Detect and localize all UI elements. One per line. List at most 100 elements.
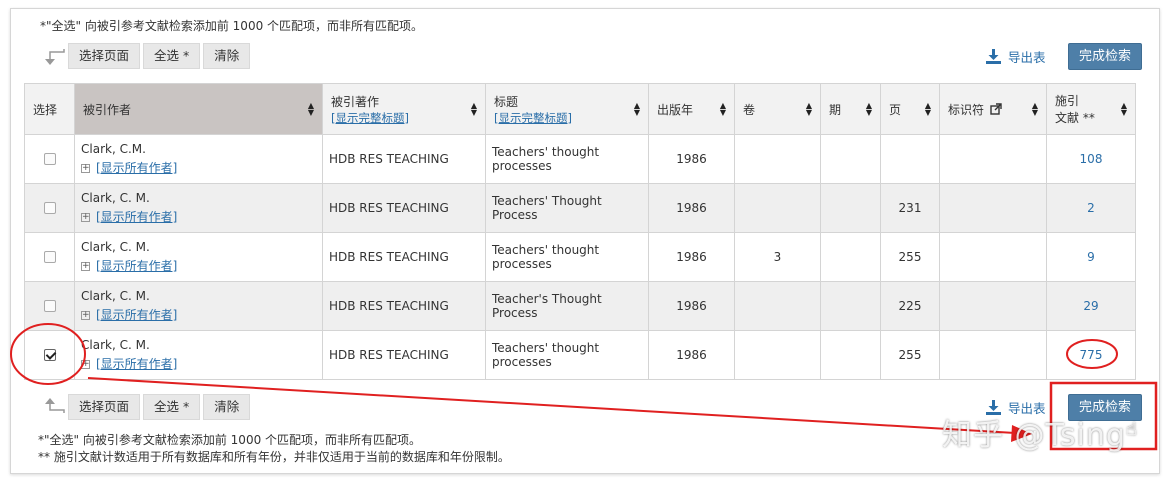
col-cited-work[interactable]: 被引著作 [显示完整标题] ▲ ▼ bbox=[322, 83, 486, 135]
corner-arrow-up-icon bbox=[40, 394, 68, 420]
show-all-authors-link[interactable]: [显示所有作者] bbox=[96, 161, 177, 175]
show-all-authors-link[interactable]: [显示所有作者] bbox=[96, 259, 177, 273]
select-all-button[interactable]: 全选 * bbox=[143, 394, 201, 420]
corner-arrow-down-icon bbox=[40, 43, 68, 69]
col-title[interactable]: 标题 [显示完整标题] ▲ ▼ bbox=[485, 83, 649, 135]
sort-icon[interactable]: ▲ ▼ bbox=[806, 102, 812, 117]
footnotes: *"全选" 向被引参考文献检索添加前 1000 个匹配项，而非所有匹配项。 **… bbox=[38, 432, 510, 466]
row-select-cell bbox=[24, 330, 75, 380]
table-row: Clark, C. M. + [显示所有作者] HDB RES TEACHING Tea… bbox=[24, 232, 1136, 282]
col-select: 选择 bbox=[24, 83, 75, 135]
cited-author-cell: Clark, C. M. + [显示所有作者] bbox=[74, 330, 323, 380]
col-page[interactable]: 页 ▲ ▼ bbox=[880, 83, 940, 135]
page-cell: 255 bbox=[880, 232, 940, 282]
page-cell: 225 bbox=[880, 281, 940, 331]
citing-count-link[interactable]: 2 bbox=[1046, 183, 1136, 233]
export-table-link[interactable]: 导出表 bbox=[985, 47, 1046, 66]
citing-count-link[interactable]: 9 bbox=[1046, 232, 1136, 282]
table-row: Clark, C. M. + [显示所有作者] HDB RES TEACHING Tea… bbox=[24, 183, 1136, 233]
page-cell: 255 bbox=[880, 330, 940, 380]
show-all-authors-link[interactable]: [显示所有作者] bbox=[96, 357, 177, 371]
year-cell: 1986 bbox=[648, 232, 735, 282]
col-cited-author[interactable]: 被引作者 ▲ ▼ bbox=[74, 83, 323, 135]
identifier-cell bbox=[939, 183, 1047, 233]
issue-cell bbox=[820, 232, 881, 282]
sort-icon[interactable]: ▲ ▼ bbox=[1121, 102, 1127, 117]
title-cell: Teachers' thought processes bbox=[485, 134, 649, 184]
title-cell: Teachers' Thought Process bbox=[485, 183, 649, 233]
author-name: Clark, C. M. bbox=[81, 338, 150, 352]
table-row: Clark, C. M. + [显示所有作者] HDB RES TEACHING Tea… bbox=[24, 330, 1136, 380]
expand-plus-icon[interactable]: + bbox=[81, 164, 90, 173]
expand-plus-icon[interactable]: + bbox=[81, 311, 90, 320]
year-cell: 1986 bbox=[648, 183, 735, 233]
identifier-cell bbox=[939, 330, 1047, 380]
select-all-note-top: *"全选" 向被引参考文献检索添加前 1000 个匹配项，而非所有匹配项。 bbox=[40, 19, 424, 33]
select-all-button[interactable]: 全选 * bbox=[143, 43, 201, 69]
expand-plus-icon[interactable]: + bbox=[81, 262, 90, 271]
select-page-button[interactable]: 选择页面 bbox=[68, 394, 141, 420]
identifier-cell bbox=[939, 232, 1047, 282]
show-all-authors-link[interactable]: [显示所有作者] bbox=[96, 308, 177, 322]
cited-work-cell: HDB RES TEACHING bbox=[322, 183, 486, 233]
title-cell: Teachers' thought processes bbox=[485, 330, 649, 380]
citing-count-link[interactable]: 108 bbox=[1046, 134, 1136, 184]
citing-count-link[interactable]: 29 bbox=[1046, 281, 1136, 331]
row-select-cell bbox=[24, 134, 75, 184]
author-name: Clark, C. M. bbox=[81, 240, 150, 254]
sort-icon[interactable]: ▲ ▼ bbox=[308, 102, 314, 117]
page-cell: 231 bbox=[880, 183, 940, 233]
sort-icon[interactable]: ▲ ▼ bbox=[471, 102, 477, 117]
watermark: 知乎 @Tsing bbox=[942, 418, 1126, 453]
col-issue[interactable]: 期 ▲ ▼ bbox=[820, 83, 881, 135]
sort-icon[interactable]: ▲ ▼ bbox=[925, 102, 931, 117]
col-citing-articles[interactable]: 施引 文献 ** ▲ ▼ bbox=[1046, 83, 1136, 135]
issue-cell bbox=[820, 183, 881, 233]
row-checkbox[interactable] bbox=[43, 202, 56, 214]
citing-count-link[interactable]: 775 bbox=[1046, 330, 1136, 380]
clear-button[interactable]: 清除 bbox=[203, 394, 251, 420]
table-row: Clark, C.M. + [显示所有作者] HDB RES TEACHING Teac… bbox=[24, 134, 1136, 184]
show-all-authors-link[interactable]: [显示所有作者] bbox=[96, 210, 177, 224]
hand-cursor-icon: ☝ bbox=[1126, 419, 1137, 440]
cited-work-cell: HDB RES TEACHING bbox=[322, 134, 486, 184]
volume-cell bbox=[734, 330, 821, 380]
sort-icon[interactable]: ▲ ▼ bbox=[1032, 102, 1038, 117]
cited-author-cell: Clark, C. M. + [显示所有作者] bbox=[74, 183, 323, 233]
export-label: 导出表 bbox=[1008, 50, 1046, 65]
col-volume[interactable]: 卷 ▲ ▼ bbox=[734, 83, 821, 135]
identifier-cell bbox=[939, 281, 1047, 331]
clear-button[interactable]: 清除 bbox=[203, 43, 251, 69]
cited-author-cell: Clark, C. M. + [显示所有作者] bbox=[74, 232, 323, 282]
row-select-cell bbox=[24, 281, 75, 331]
download-icon bbox=[986, 49, 1001, 64]
sort-icon[interactable]: ▲ ▼ bbox=[866, 102, 872, 117]
year-cell: 1986 bbox=[648, 134, 735, 184]
col-year[interactable]: 出版年 ▲ ▼ bbox=[648, 83, 735, 135]
author-name: Clark, C.M. bbox=[81, 142, 146, 156]
table-row: Clark, C. M. + [显示所有作者] HDB RES TEACHING Tea… bbox=[24, 281, 1136, 331]
sort-icon[interactable]: ▲ ▼ bbox=[634, 102, 640, 117]
title-cell: Teacher's Thought Process bbox=[485, 281, 649, 331]
select-page-button[interactable]: 选择页面 bbox=[68, 43, 141, 69]
expand-plus-icon[interactable]: + bbox=[81, 213, 90, 222]
row-checkbox[interactable] bbox=[43, 153, 56, 165]
show-full-title-link[interactable]: [显示完整标题] bbox=[331, 110, 477, 126]
show-full-title-link[interactable]: [显示完整标题] bbox=[494, 110, 640, 126]
cited-author-cell: Clark, C.M. + [显示所有作者] bbox=[74, 134, 323, 184]
row-checkbox[interactable] bbox=[43, 251, 56, 263]
cited-reference-table: 选择 被引作者 ▲ ▼ 被引著作 [显示完整标题] ▲ ▼ 标题 [显示完整标题] ▲ ▼ 出版… bbox=[24, 83, 1136, 380]
row-checkbox[interactable] bbox=[43, 349, 56, 361]
issue-cell bbox=[820, 281, 881, 331]
external-link-icon bbox=[990, 102, 1002, 115]
finish-search-button-top[interactable]: 完成检索 bbox=[1068, 43, 1143, 70]
row-checkbox[interactable] bbox=[43, 300, 56, 312]
col-identifier[interactable]: 标识符 ▲ ▼ bbox=[939, 83, 1047, 135]
expand-plus-icon[interactable]: + bbox=[81, 360, 90, 369]
sort-icon[interactable]: ▲ ▼ bbox=[720, 102, 726, 117]
select-all-note: *"全选" 向被引参考文献检索添加前 1000 个匹配项，而非所有匹配项。 bbox=[38, 433, 422, 447]
cited-work-cell: HDB RES TEACHING bbox=[322, 232, 486, 282]
issue-cell bbox=[820, 134, 881, 184]
citing-count-note: ** 施引文献计数适用于所有数据库和所有年份，并非仅适用于当前的数据库和年份限制… bbox=[38, 450, 510, 464]
cited-work-cell: HDB RES TEACHING bbox=[322, 281, 486, 331]
